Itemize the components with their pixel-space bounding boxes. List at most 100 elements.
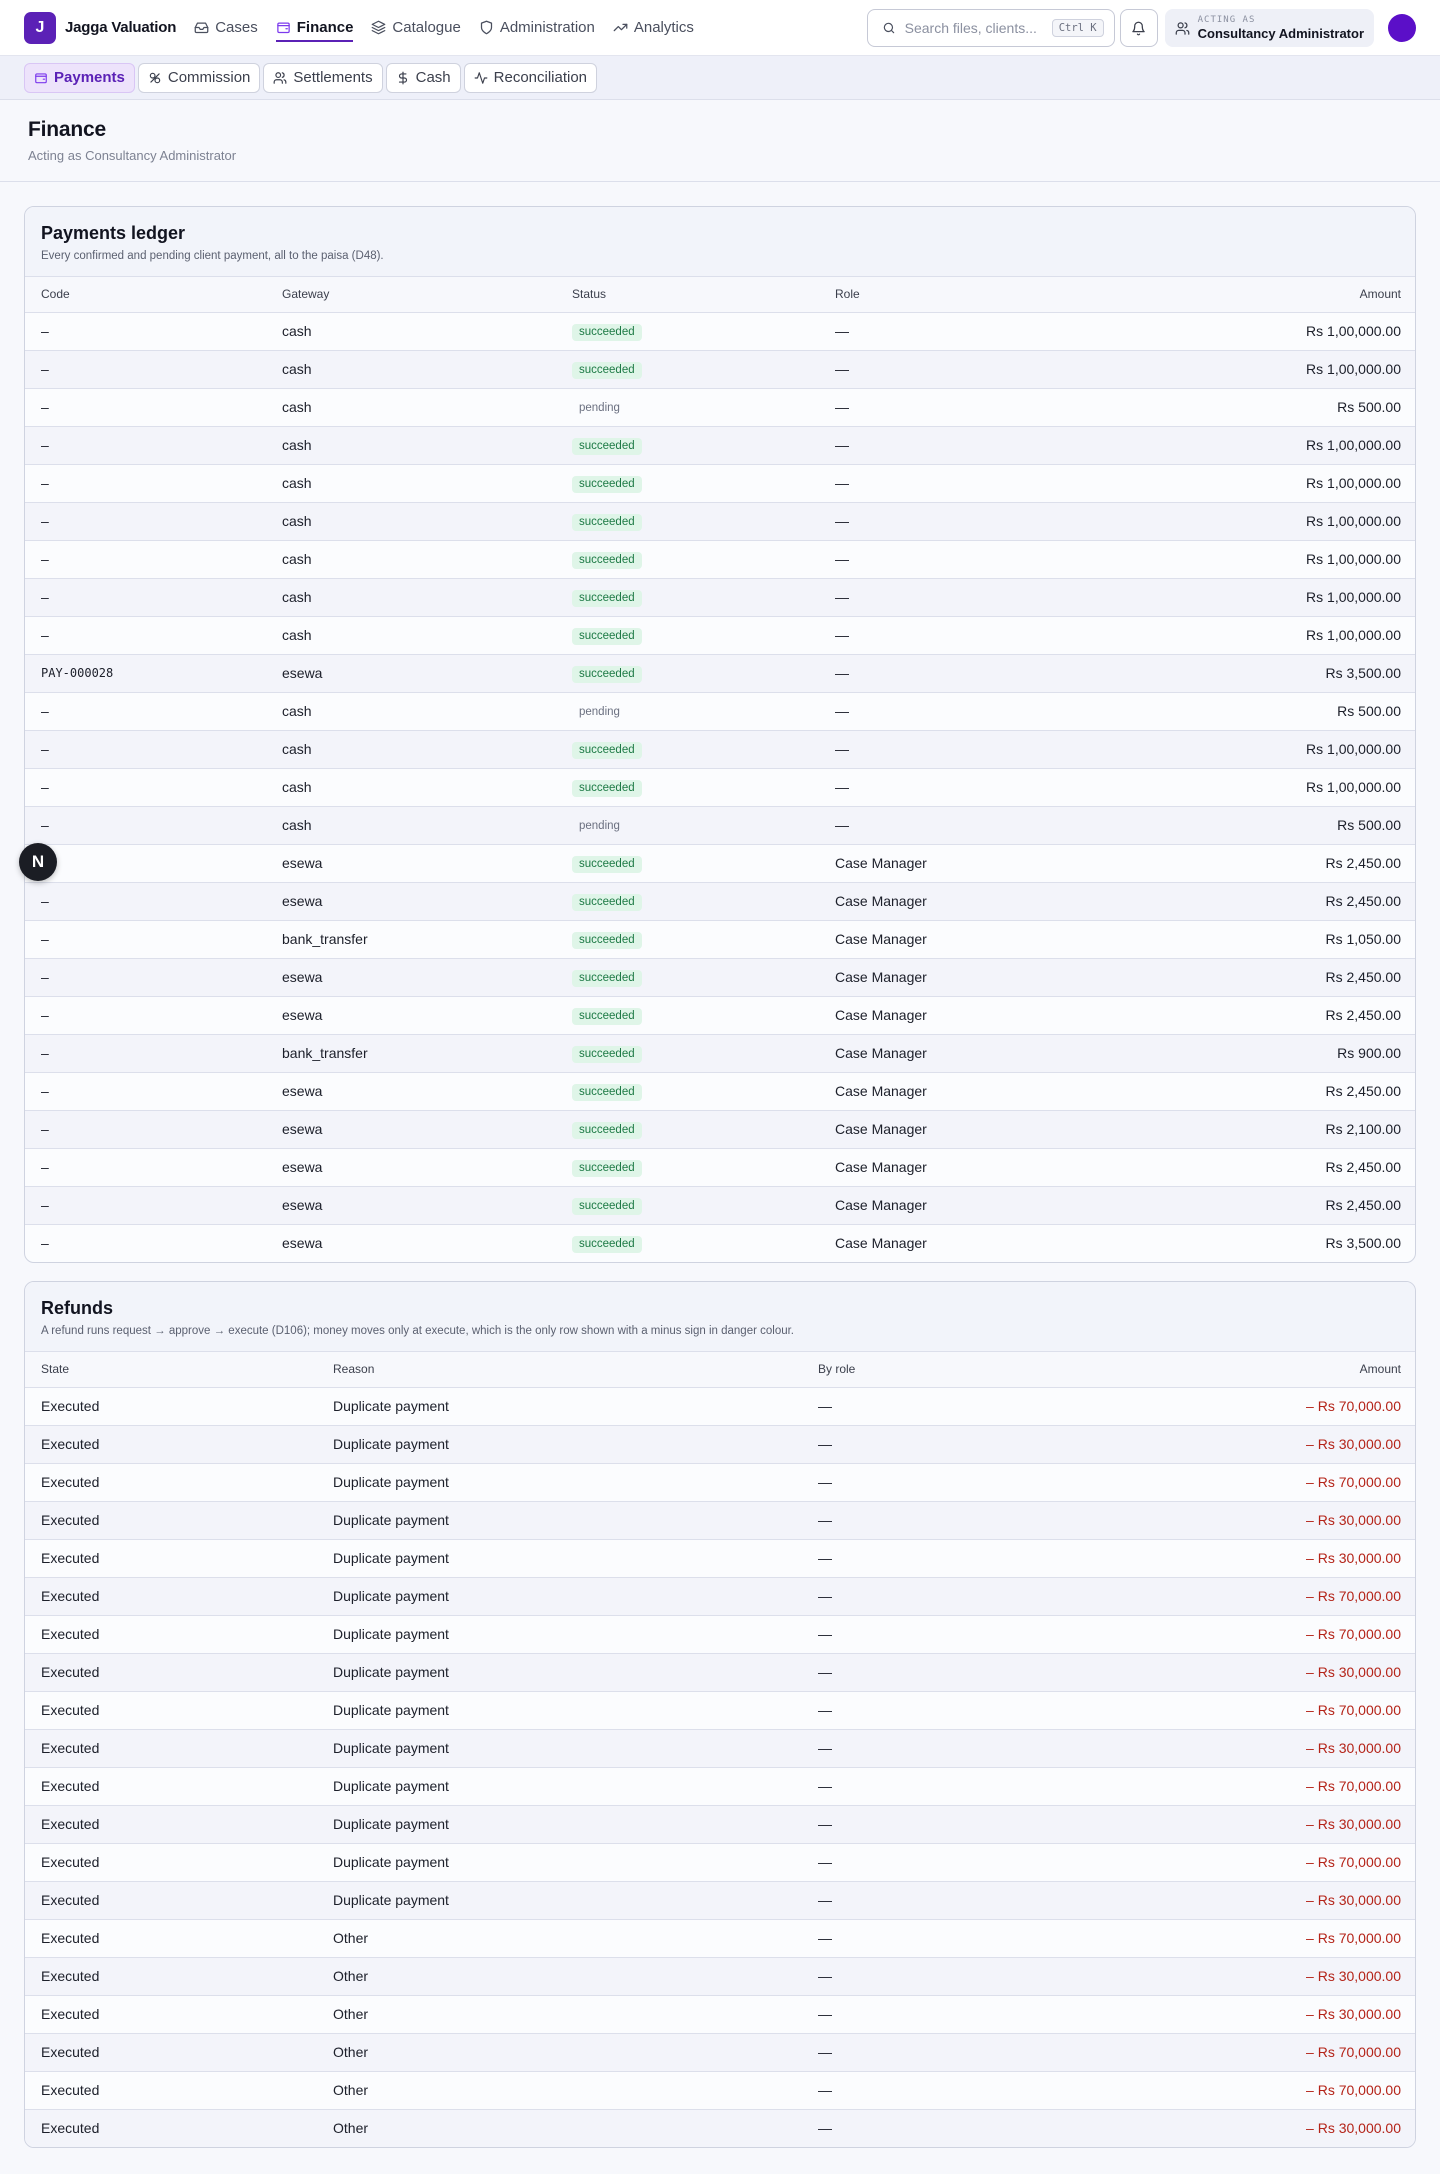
nav-item-analytics[interactable]: Analytics [613,0,694,56]
table-row[interactable]: – cash succeeded — Rs 1,00,000.00 [25,502,1415,541]
table-row[interactable]: – cash succeeded — Rs 1,00,000.00 [25,312,1415,351]
table-row[interactable]: –esewa succeeded Case ManagerRs 2,450.00 [25,882,1415,921]
column-header-reason[interactable]: Reason [317,1352,802,1388]
table-row[interactable]: Executed Duplicate payment — – Rs 30,000.00 [25,1425,1415,1464]
column-header-role[interactable]: Role [819,277,1099,313]
nav-item-administration[interactable]: Administration [479,0,595,56]
table-row[interactable]: –esewa succeeded Case ManagerRs 2,450.00 [25,958,1415,997]
payment-role: — [819,654,1099,693]
table-row[interactable]: Executed Duplicate payment — – Rs 30,000.00 [25,1805,1415,1844]
table-row[interactable]: – cash pending — Rs 500.00 [25,806,1415,845]
table-row[interactable]: Executed Duplicate payment — – Rs 70,000.00 [25,1615,1415,1654]
status-badge: succeeded [572,779,642,797]
tab-commission[interactable]: Commission [137,62,261,93]
table-row[interactable]: Executed Other — – Rs 70,000.00 [25,2071,1415,2110]
table-row[interactable]: – esewa succeeded Case Manager Rs 2,100.00 [25,1110,1415,1149]
column-header-gateway[interactable]: Gateway [266,277,556,313]
table-row[interactable]: Executed Duplicate payment — – Rs 30,000.00 [25,1539,1415,1578]
refund-by-role: — [802,1881,1102,1920]
search-box[interactable]: Search files, clients... Ctrl K [866,9,1115,47]
refund-state: Executed [25,1995,317,2034]
table-row[interactable]: Executed Duplicate payment — – Rs 30,000.00 [25,1653,1415,1692]
table-row[interactable]: Executed Other — – Rs 30,000.00 [25,1995,1415,2034]
payment-gateway: esewa [266,882,556,921]
table-row[interactable]: – cash succeeded — Rs 1,00,000.00 [25,426,1415,465]
payment-code: – [25,540,266,579]
table-row[interactable]: – bank_transfer succeeded Case Manager Rs 1,… [25,920,1415,959]
notifications-button[interactable] [1119,9,1158,47]
refund-reason: Duplicate payment [317,1691,802,1730]
table-row[interactable]: Executed Duplicate payment — – Rs 70,000.00 [25,1387,1415,1426]
tab-payments[interactable]: Payments [24,62,135,93]
refund-reason: Other [317,1957,802,1996]
nav-item-label: Analytics [633,19,694,36]
acting-as-switcher[interactable]: ACTING AS Consultancy Administrator [1164,9,1374,47]
table-row[interactable]: – bank_transfer succeeded Case Manager Rs 90… [25,1034,1415,1073]
table-row[interactable]: Executed Duplicate payment — – Rs 70,000.00 [25,1767,1415,1806]
status-badge: succeeded [572,665,642,683]
column-header-amount[interactable]: Amount [1102,1352,1415,1388]
payment-amount: Rs 2,450.00 [1099,1186,1415,1225]
nav-item-label: Cases [215,19,258,36]
column-header-by-role[interactable]: By role [802,1352,1102,1388]
table-row[interactable]: Executed Other — – Rs 30,000.00 [25,1957,1415,1996]
payment-gateway: esewa [282,1235,323,1252]
nav-item-finance[interactable]: Finance [275,0,353,56]
status-badge: succeeded [572,475,642,493]
refund-reason: Other [317,2033,802,2072]
payment-status: succeeded [556,464,819,503]
avatar[interactable] [1388,14,1416,42]
brand[interactable]: J Jagga Valuation [24,11,176,44]
table-row[interactable]: – cash succeeded — Rs 1,00,000.00 [25,616,1415,655]
table-row[interactable]: –esewa succeeded Case ManagerRs 2,450.00 [25,844,1415,883]
payment-role: — [819,806,1099,845]
table-row[interactable]: Executed Duplicate payment — – Rs 70,000.00 [25,1691,1415,1730]
table-row[interactable]: Executed Other — – Rs 30,000.00 [25,2109,1415,2147]
table-row[interactable]: – cash succeeded — Rs 1,00,000.00 [25,768,1415,807]
refund-reason: Duplicate payment [317,1463,802,1502]
refund-by-role: — [802,1691,1102,1730]
search-input[interactable]: Search files, clients... [905,20,1043,36]
table-row[interactable]: Executed Duplicate payment — – Rs 70,000.00 [25,1577,1415,1616]
refund-state: Executed [25,1653,317,1692]
column-header-status[interactable]: Status [556,277,819,313]
table-row[interactable]: –esewa succeeded Case ManagerRs 2,450.00 [25,996,1415,1035]
table-row[interactable]: –esewa succeeded Case ManagerRs 2,450.00 [25,1148,1415,1187]
payment-amount: Rs 900.00 [1099,1034,1415,1073]
activity-icon [474,71,488,84]
tab-settlements[interactable]: Settlements [263,62,383,93]
tab-cash[interactable]: Cash [385,62,461,93]
tab-reconciliation[interactable]: Reconciliation [463,62,598,93]
payment-code: – [25,1148,266,1187]
nav-item-label: Administration [499,19,595,36]
table-row[interactable]: Executed Duplicate payment — – Rs 70,000.00 [25,1843,1415,1882]
column-header-amount[interactable]: Amount [1099,277,1415,313]
table-row[interactable]: Executed Duplicate payment — – Rs 30,000.00 [25,1881,1415,1920]
table-row[interactable]: – cash pending — Rs 500.00 [25,388,1415,427]
table-row[interactable]: Executed Duplicate payment — – Rs 70,000.00 [25,1463,1415,1502]
table-row[interactable]: Executed Other — – Rs 70,000.00 [25,1919,1415,1958]
payment-status: pending [556,692,819,731]
table-row[interactable]: – cash succeeded — Rs 1,00,000.00 [25,540,1415,579]
table-row[interactable]: Executed Other — – Rs 70,000.00 [25,2033,1415,2072]
table-row[interactable]: – cash succeeded — Rs 1,00,000.00 [25,578,1415,617]
table-row[interactable]: – cash succeeded — Rs 1,00,000.00 [25,464,1415,503]
nav-item-catalogue[interactable]: Catalogue [371,0,461,56]
nav-item-cases[interactable]: Cases [194,0,258,56]
payment-gateway: cash [266,616,556,655]
table-row[interactable]: – cash succeeded — Rs 1,00,000.00 [25,730,1415,769]
table-row[interactable]: –esewa succeeded Case ManagerRs 2,450.00 [25,1072,1415,1111]
payment-amount: Rs 2,450.00 [1099,958,1415,997]
payment-gateway: cash [266,502,556,541]
table-row[interactable]: – cash succeeded — Rs 1,00,000.00 [25,350,1415,389]
table-row[interactable]: Executed Duplicate payment — – Rs 30,000.00 [25,1729,1415,1768]
dev-tools-badge[interactable]: N [19,843,57,881]
table-row[interactable]: –esewa succeeded Case ManagerRs 2,450.00 [25,1186,1415,1225]
table-row[interactable]: – esewa succeeded Case Manager Rs 3,500.00 [25,1224,1415,1262]
table-row[interactable]: – cash pending — Rs 500.00 [25,692,1415,731]
column-header-code[interactable]: Code [25,277,266,313]
table-row[interactable]: PAY-000028 esewa succeeded — Rs 3,500.00 [25,654,1415,693]
table-row[interactable]: Executed Duplicate payment — – Rs 30,000.00 [25,1501,1415,1540]
refund-amount: – Rs 70,000.00 [1102,1615,1415,1654]
column-header-state[interactable]: State [25,1352,317,1388]
